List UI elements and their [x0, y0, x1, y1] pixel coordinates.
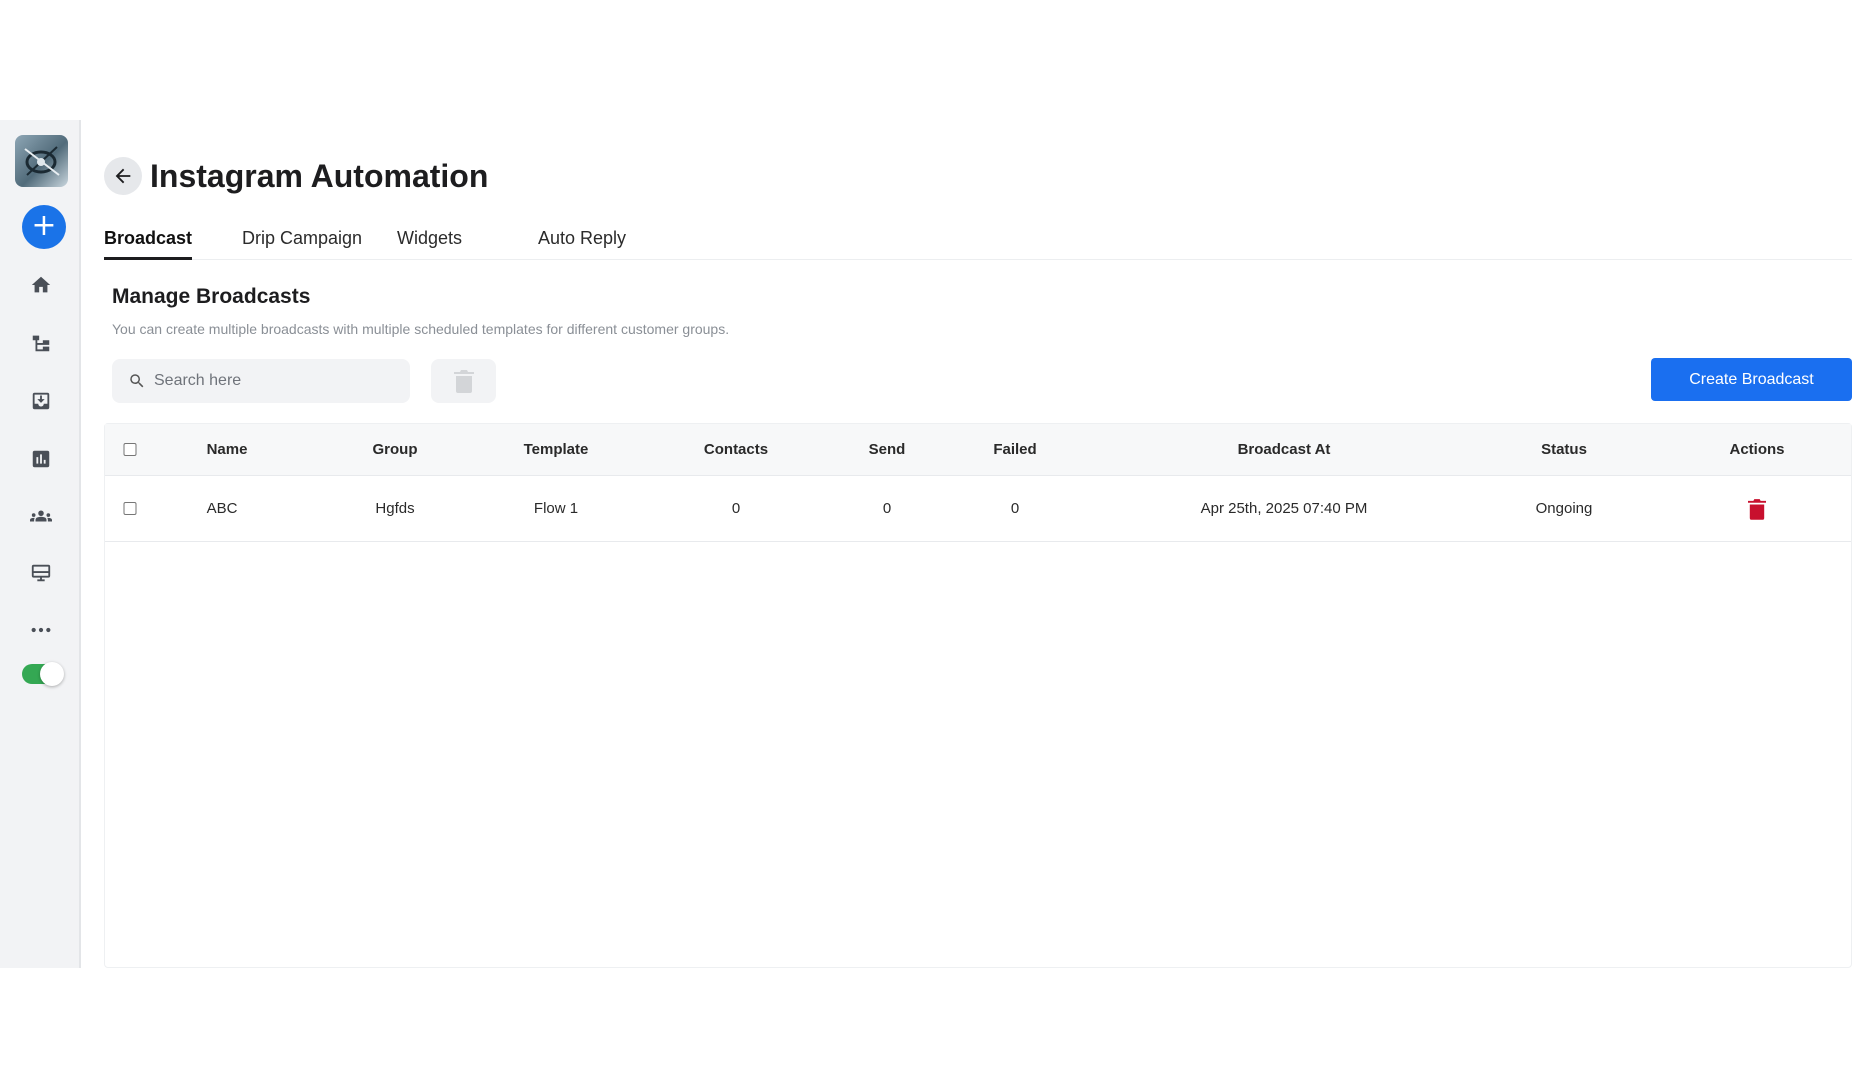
- main-content: Instagram Automation Broadcast Drip Camp…: [81, 120, 1866, 968]
- column-header-broadcast-at[interactable]: Broadcast At: [1238, 424, 1331, 475]
- tab-bar: Broadcast Drip Campaign Widgets Auto Rep…: [104, 220, 1852, 260]
- tab-broadcast[interactable]: Broadcast: [104, 220, 193, 260]
- toggle-knob: [40, 662, 64, 686]
- flow-icon[interactable]: [28, 330, 54, 356]
- column-header-failed[interactable]: Failed: [993, 424, 1036, 475]
- section-subtitle: You can create multiple broadcasts with …: [112, 321, 730, 337]
- app-frame: + Instagram Automation Broadcast Drip Ca…: [0, 120, 1866, 968]
- tab-auto-reply[interactable]: Auto Reply: [538, 220, 626, 260]
- bulk-delete-button[interactable]: [431, 359, 496, 403]
- select-all-checkbox[interactable]: [123, 424, 137, 475]
- widget-icon[interactable]: [28, 560, 54, 586]
- contacts-icon[interactable]: [28, 503, 54, 529]
- delete-row-button[interactable]: [1748, 476, 1766, 541]
- more-icon[interactable]: [28, 617, 54, 643]
- trash-icon: [453, 370, 474, 393]
- inbox-icon[interactable]: [28, 388, 54, 414]
- row-checkbox[interactable]: [123, 476, 137, 541]
- search-icon: [130, 374, 144, 388]
- cell-contacts: 0: [731, 500, 741, 517]
- page-title: Instagram Automation: [150, 158, 489, 194]
- cell-broadcast-at: Apr 25th, 2025 07:40 PM: [1200, 500, 1368, 517]
- tab-widgets[interactable]: Widgets: [397, 220, 462, 260]
- column-header-send[interactable]: Send: [869, 424, 906, 475]
- add-button[interactable]: +: [22, 205, 66, 249]
- sidebar: +: [0, 120, 81, 968]
- column-header-group[interactable]: Group: [373, 424, 418, 475]
- column-header-template[interactable]: Template: [524, 424, 589, 475]
- trash-icon: [1748, 498, 1766, 520]
- cell-status: Ongoing: [1535, 500, 1593, 517]
- column-header-actions: Actions: [1729, 441, 1785, 458]
- create-broadcast-button[interactable]: Create Broadcast: [1651, 358, 1852, 401]
- table-row[interactable]: ABC Hgfds Flow 1 0 0 0 Apr 25th, 2025 07…: [105, 476, 1851, 542]
- section-title: Manage Broadcasts: [112, 285, 311, 308]
- cell-send: 0: [882, 500, 892, 517]
- broadcast-table: Name Group Template Contacts Send Failed…: [104, 423, 1852, 968]
- column-header-name[interactable]: Name: [207, 424, 248, 475]
- table-header: Name Group Template Contacts Send Failed…: [105, 424, 1851, 476]
- arrow-left-icon: [115, 168, 131, 184]
- cell-name: ABC: [206, 500, 238, 517]
- workspace-avatar[interactable]: [15, 135, 68, 187]
- column-header-contacts[interactable]: Contacts: [704, 424, 768, 475]
- cell-failed: 0: [1010, 500, 1020, 517]
- back-button[interactable]: [104, 157, 142, 195]
- avatar-image: [24, 146, 60, 176]
- search-input[interactable]: [154, 372, 394, 390]
- search-box[interactable]: [112, 359, 410, 403]
- cell-group: Hgfds: [375, 500, 415, 517]
- home-icon[interactable]: [28, 272, 54, 298]
- tab-drip-campaign[interactable]: Drip Campaign: [242, 220, 362, 260]
- column-header-status[interactable]: Status: [1541, 424, 1587, 475]
- cell-template: Flow 1: [533, 500, 579, 517]
- analytics-icon[interactable]: [28, 446, 54, 472]
- status-toggle[interactable]: [22, 662, 64, 686]
